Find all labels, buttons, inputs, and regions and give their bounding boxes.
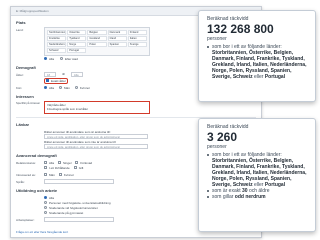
age-max-select[interactable]: Alla — [70, 72, 83, 77]
interested-women: Kvinnor — [63, 172, 75, 177]
edu-option: Personer med högskole- universitetsutbil… — [49, 200, 111, 205]
country-token[interactable]: Storbritannien — [47, 30, 67, 35]
languages-input[interactable] — [44, 179, 114, 184]
checkbox-icon[interactable] — [58, 173, 62, 176]
reach-card-1: Beräknad räckvidd 132 268 800 personer s… — [198, 10, 316, 102]
reach-interest-bullet: som gillar odd nerdrum — [207, 194, 309, 200]
workplaces-label: Arbetsplatser: — [16, 218, 35, 222]
country-token[interactable]: Frankrike — [47, 36, 67, 41]
radio-icon[interactable] — [44, 57, 47, 60]
checkbox-icon[interactable] — [58, 161, 62, 164]
interest-select-box[interactable]: Välj båda ålder Föredragna språk som inn… — [44, 101, 150, 114]
country-token[interactable]: Irland — [107, 36, 127, 41]
country-token[interactable]: Norge — [67, 42, 87, 47]
radio-all-label: Alla — [49, 56, 55, 61]
reach-country-bullet: som bor i ett av följande länder: Storbr… — [207, 152, 309, 188]
rel-option: Gift — [78, 165, 84, 170]
exact-age-label: Exakt ålder — [51, 78, 67, 83]
exact-age-highlight[interactable]: Exakt ålder — [44, 77, 69, 84]
relationship-label: Relationstatus: — [16, 161, 36, 165]
radio-icon[interactable] — [44, 206, 47, 209]
radio-icon[interactable] — [44, 201, 47, 204]
radio-city-label: Efter stad — [65, 56, 78, 61]
rel-option: I ett förhållande — [49, 165, 70, 170]
radio-icon[interactable] — [60, 57, 64, 60]
country-token[interactable]: Danmark — [107, 30, 127, 35]
reach-card-2: Beräknad räckvidd 3 260 personer som bor… — [198, 118, 316, 232]
checkbox-icon[interactable] — [46, 79, 49, 82]
reach-number: 3 260 — [207, 130, 238, 144]
gender-label: Kön: — [16, 86, 23, 90]
interested-men: Män — [49, 172, 55, 177]
country-token[interactable]: Nederländerna — [47, 42, 67, 47]
country-token[interactable]: Grekland — [87, 36, 107, 41]
breadcrumb: E: Målgruppspecifikation — [16, 9, 49, 13]
workplaces-input[interactable] — [44, 217, 114, 222]
checkbox-icon[interactable] — [44, 173, 47, 176]
age-min-select[interactable]: 18 — [44, 72, 56, 77]
country-token[interactable]: Österrike — [67, 30, 87, 35]
checkbox-icon[interactable] — [44, 161, 47, 164]
rel-option: Alla — [49, 160, 55, 165]
country-token-box[interactable]: Storbritannien Österrike Belgien Danmark… — [44, 27, 150, 56]
radio-icon[interactable] — [59, 86, 63, 89]
excluded-connections-input[interactable]: Ange ett sida, applikation, eller grupp … — [44, 144, 148, 149]
last-country: Portugal — [264, 74, 286, 80]
checkbox-icon[interactable] — [73, 166, 77, 169]
interested-in-label: Intresserad av: — [16, 173, 36, 177]
interest-value: odd nerdrum — [234, 194, 266, 200]
country-token[interactable]: Schweiz — [47, 48, 67, 53]
bullet-prefix: som gillar — [212, 194, 234, 200]
country-token[interactable]: Polen — [87, 42, 107, 47]
place-label: Land: — [16, 28, 24, 32]
edu-option: Studerande på gymnasiet — [49, 210, 84, 215]
radio-icon[interactable] — [44, 196, 47, 199]
country-token[interactable]: Finland — [127, 30, 147, 35]
edu-option: Alla — [49, 195, 55, 200]
interests-label: Specifikt på intresser — [16, 102, 41, 105]
checkbox-icon[interactable] — [75, 161, 79, 164]
radio-icon[interactable] — [74, 86, 78, 89]
age-label: Ålder: — [16, 73, 24, 77]
country-token[interactable]: Belgien — [87, 30, 107, 35]
gender-women-label: Kvinnor — [79, 85, 91, 90]
country-token[interactable]: Sverige — [127, 42, 147, 47]
gender-all-label: Alla — [49, 85, 55, 90]
country-token[interactable]: Italien — [127, 36, 147, 41]
rel-option: Singel — [63, 160, 72, 165]
country-token[interactable]: Tyskland — [67, 36, 87, 41]
radio-icon[interactable] — [44, 86, 47, 89]
interests-row: Specifikt på intresser Välj båda ålder F… — [16, 101, 261, 114]
gender-men-label: Män — [64, 85, 70, 90]
reach-unit: personer — [207, 36, 227, 42]
rel-option: Förlovad — [80, 160, 93, 165]
reach-country-bullet: som bor i ett av följande länder: Storbr… — [207, 44, 309, 80]
radio-icon[interactable] — [44, 211, 47, 214]
country-token[interactable]: Portugal — [67, 48, 87, 53]
education-spacer — [16, 195, 44, 196]
reach-number: 132 268 800 — [207, 22, 274, 36]
checkbox-icon[interactable] — [44, 166, 47, 169]
country-token[interactable]: Spanien — [107, 42, 127, 47]
reach-unit: personer — [207, 144, 227, 150]
bottom-link[interactable]: Fråga om ett eller flera föregående kort — [16, 230, 68, 234]
age-to-label: till — [62, 72, 65, 76]
selected-interest[interactable]: Föredragna språk som innehåller — [47, 107, 147, 111]
bullet-connector: eller — [253, 74, 264, 80]
connections-spacer — [16, 129, 44, 130]
languages-label: Språk: — [16, 180, 25, 184]
edu-option: Studerande vid högskolor/universitet — [49, 205, 98, 210]
